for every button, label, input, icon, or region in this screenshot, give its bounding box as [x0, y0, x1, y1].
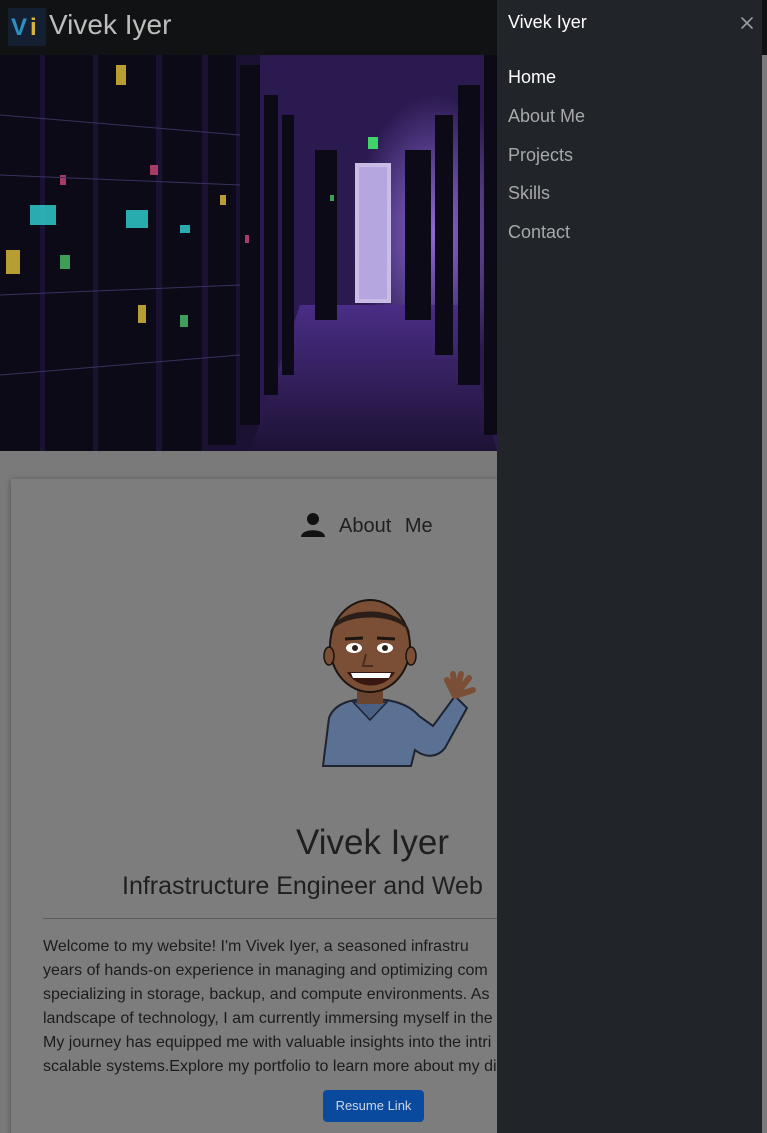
avatar: [315, 598, 480, 768]
profile-title: Infrastructure Engineer and Web: [122, 872, 483, 900]
close-icon[interactable]: [737, 13, 757, 33]
brand-name[interactable]: Vivek Iyer: [49, 9, 171, 41]
about-heading: About Me: [300, 511, 433, 541]
resume-link-button[interactable]: Resume Link: [323, 1090, 424, 1122]
brand-logo[interactable]: Vi: [8, 8, 46, 46]
nav-item-home[interactable]: Home: [508, 62, 585, 101]
user-icon: [300, 511, 326, 542]
nav-item-projects[interactable]: Projects: [508, 140, 585, 179]
about-heading-label: About Me: [339, 514, 433, 537]
offcanvas-title: Vivek Iyer: [508, 12, 587, 32]
nav-item-contact[interactable]: Contact: [508, 217, 585, 256]
nav-item-skills[interactable]: Skills: [508, 178, 585, 217]
offcanvas-menu: Vivek Iyer Home About Me Projects Skills…: [497, 0, 762, 1133]
nav-item-about-me[interactable]: About Me: [508, 101, 585, 140]
hero-image: [0, 55, 497, 451]
divider: [43, 918, 503, 919]
offcanvas-nav: Home About Me Projects Skills Contact: [508, 62, 585, 256]
